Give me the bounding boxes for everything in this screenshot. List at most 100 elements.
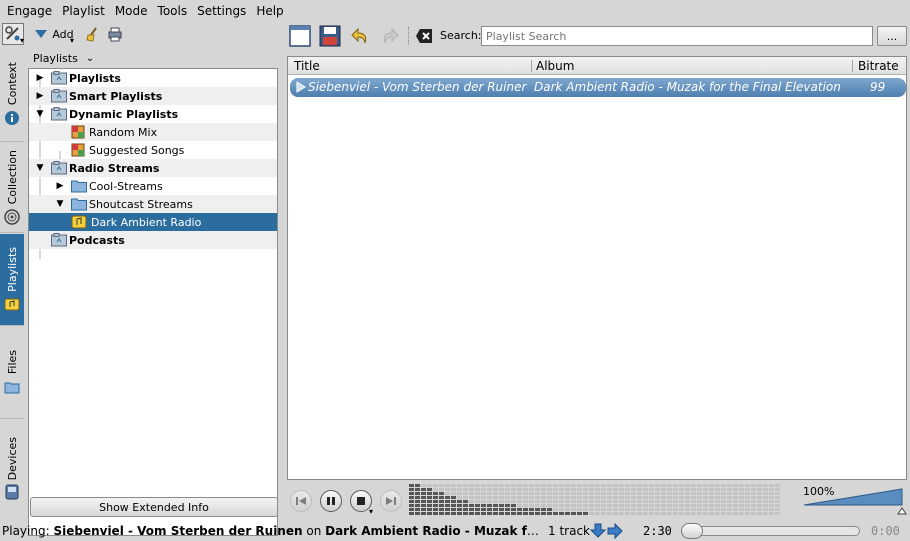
- volume-slider[interactable]: [803, 488, 903, 506]
- tab-context[interactable]: Context: [0, 47, 24, 142]
- chevron-right-icon[interactable]: ▶: [55, 181, 65, 191]
- toolbar-separator: [408, 27, 409, 45]
- time-remaining: 0:00: [871, 524, 900, 538]
- undo-icon[interactable]: [349, 25, 371, 47]
- now-playing-track: Siebenviel - Vom Sterben der Ruinen: [53, 524, 303, 538]
- playlist-search-input[interactable]: [481, 26, 873, 46]
- seek-handle[interactable]: [681, 523, 703, 539]
- column-header-title[interactable]: Title: [294, 59, 320, 73]
- chevron-down-icon[interactable]: ▼: [35, 109, 45, 119]
- tree-item-label: Cool-Streams: [89, 179, 163, 193]
- search-options-button[interactable]: ...: [877, 26, 907, 46]
- save-playlist-icon[interactable]: [319, 25, 341, 47]
- menubar: Engage Playlist Mode Tools Settings Help: [0, 0, 910, 22]
- folder-icon: [51, 233, 67, 247]
- tab-files-label: Files: [5, 350, 19, 375]
- device-icon: [5, 484, 19, 500]
- panel-selector-dropdown[interactable]: Playlists ⌄: [30, 50, 100, 66]
- pause-button[interactable]: [320, 490, 342, 512]
- tab-files[interactable]: Files: [0, 327, 24, 419]
- tree-item-cool-streams[interactable]: ▶ Cool-Streams: [29, 177, 277, 195]
- tree-item-label: Smart Playlists: [69, 89, 163, 103]
- chevron-down-icon[interactable]: ▾: [369, 507, 373, 516]
- menu-help[interactable]: Help: [251, 0, 288, 22]
- now-playing-stream: Dark Ambient Radio - Muzak for the Final…: [325, 524, 540, 538]
- chevron-down-icon[interactable]: ▼: [55, 199, 65, 209]
- player-controls: ▾ 100%: [287, 483, 910, 517]
- tree-item-radio-streams[interactable]: ▼ Radio Streams: [29, 159, 277, 177]
- folder-icon: [51, 107, 67, 121]
- time-elapsed: 2:30: [643, 524, 672, 538]
- tree-item-playlists[interactable]: ▶ Playlists: [29, 69, 277, 87]
- playlist-tree: ▶ Playlists ▶ Smart Playlists ▼ Dynamic …: [28, 68, 278, 536]
- search-label: Search:: [440, 29, 482, 42]
- clear-broom-icon[interactable]: [84, 23, 102, 45]
- stream-icon: [71, 215, 87, 229]
- track-title: Siebenviel - Vom Sterben der Ruiner: [308, 80, 527, 94]
- playlist-view: Title Album Bitrate Siebenviel - Vom Ste…: [287, 56, 907, 480]
- tree-item-dynamic-playlists[interactable]: ▼ Dynamic Playlists: [29, 105, 277, 123]
- playlist-toolbar: Search: ...: [287, 24, 910, 48]
- chevron-down-icon[interactable]: ▼: [35, 163, 45, 173]
- tree-item-shoutcast-streams[interactable]: ▼ Shoutcast Streams: [29, 195, 277, 213]
- playlist-row[interactable]: Siebenviel - Vom Sterben der Ruiner Dark…: [290, 78, 906, 97]
- menu-playlist[interactable]: Playlist: [57, 0, 110, 22]
- status-bar: Playing: Siebenviel - Vom Sterben der Ru…: [0, 521, 910, 541]
- tree-item-smart-playlists[interactable]: ▶ Smart Playlists: [29, 87, 277, 105]
- seek-slider[interactable]: [681, 523, 860, 539]
- left-toolbar: ▾ Add ▾: [0, 22, 285, 46]
- pause-icon: [327, 497, 335, 505]
- arrow-right-icon[interactable]: [607, 523, 623, 539]
- show-extended-info-button[interactable]: Show Extended Info: [30, 497, 278, 517]
- clear-search-icon[interactable]: [415, 28, 433, 44]
- track-album: Dark Ambient Radio - Muzak for the Final…: [534, 80, 841, 94]
- next-icon: [386, 497, 396, 505]
- column-separator[interactable]: [531, 60, 532, 72]
- chevron-right-icon[interactable]: ▶: [35, 91, 45, 101]
- tree-item-random-mix[interactable]: Random Mix: [29, 123, 277, 141]
- menu-mode[interactable]: Mode: [110, 0, 153, 22]
- play-indicator-icon: [296, 81, 306, 93]
- triangle-down-icon: [35, 30, 48, 38]
- column-separator[interactable]: [852, 60, 853, 72]
- menu-engage[interactable]: Engage: [2, 0, 57, 22]
- playlist-browser-panel: Playlists ⌄ ▶ Playlists ▶ Smart Playlist…: [28, 48, 280, 536]
- tree-item-label: Radio Streams: [69, 161, 160, 175]
- dice-icon: [71, 143, 85, 157]
- tab-context-label: Context: [5, 62, 19, 106]
- column-header-album[interactable]: Album: [536, 59, 574, 73]
- track-count: 1 track: [548, 524, 590, 538]
- folder-icon: [51, 89, 67, 103]
- redo-icon[interactable]: [379, 25, 401, 47]
- tab-collection[interactable]: Collection: [0, 143, 24, 233]
- tab-devices[interactable]: Devices: [0, 420, 24, 517]
- folder-icon: [71, 180, 87, 193]
- download-icon[interactable]: [590, 523, 606, 539]
- playing-prefix: Playing:: [2, 524, 54, 538]
- chevron-down-icon: ⌄: [85, 52, 95, 64]
- playlist-layout-icon[interactable]: [289, 25, 311, 47]
- tree-item-dark-ambient-radio[interactable]: Dark Ambient Radio: [29, 213, 277, 231]
- tree-item-label: Dynamic Playlists: [69, 107, 179, 121]
- volume-handle-icon[interactable]: [897, 507, 907, 515]
- column-header-bitrate[interactable]: Bitrate: [858, 59, 899, 73]
- playlist-icon: [4, 298, 20, 311]
- now-playing-status: Playing: Siebenviel - Vom Sterben der Ru…: [2, 524, 540, 538]
- menu-tools[interactable]: Tools: [153, 0, 193, 22]
- panel-selector-value: Playlists: [33, 51, 78, 65]
- on-word: on: [302, 524, 326, 538]
- folder-icon: [51, 71, 67, 85]
- tree-item-podcasts[interactable]: Podcasts: [29, 231, 277, 249]
- next-button[interactable]: [380, 490, 402, 512]
- previous-button[interactable]: [290, 490, 312, 512]
- menu-settings[interactable]: Settings: [192, 0, 251, 22]
- tree-item-label: Podcasts: [69, 233, 125, 247]
- tab-collection-label: Collection: [5, 150, 19, 205]
- tab-playlists[interactable]: Playlists: [0, 234, 24, 326]
- tree-item-suggested-songs[interactable]: Suggested Songs: [29, 141, 277, 159]
- tree-item-label: Dark Ambient Radio: [91, 215, 202, 229]
- tree-item-label: Random Mix: [89, 125, 158, 139]
- print-icon[interactable]: [106, 23, 124, 45]
- chevron-right-icon[interactable]: ▶: [35, 73, 45, 83]
- folder-icon: [51, 161, 67, 175]
